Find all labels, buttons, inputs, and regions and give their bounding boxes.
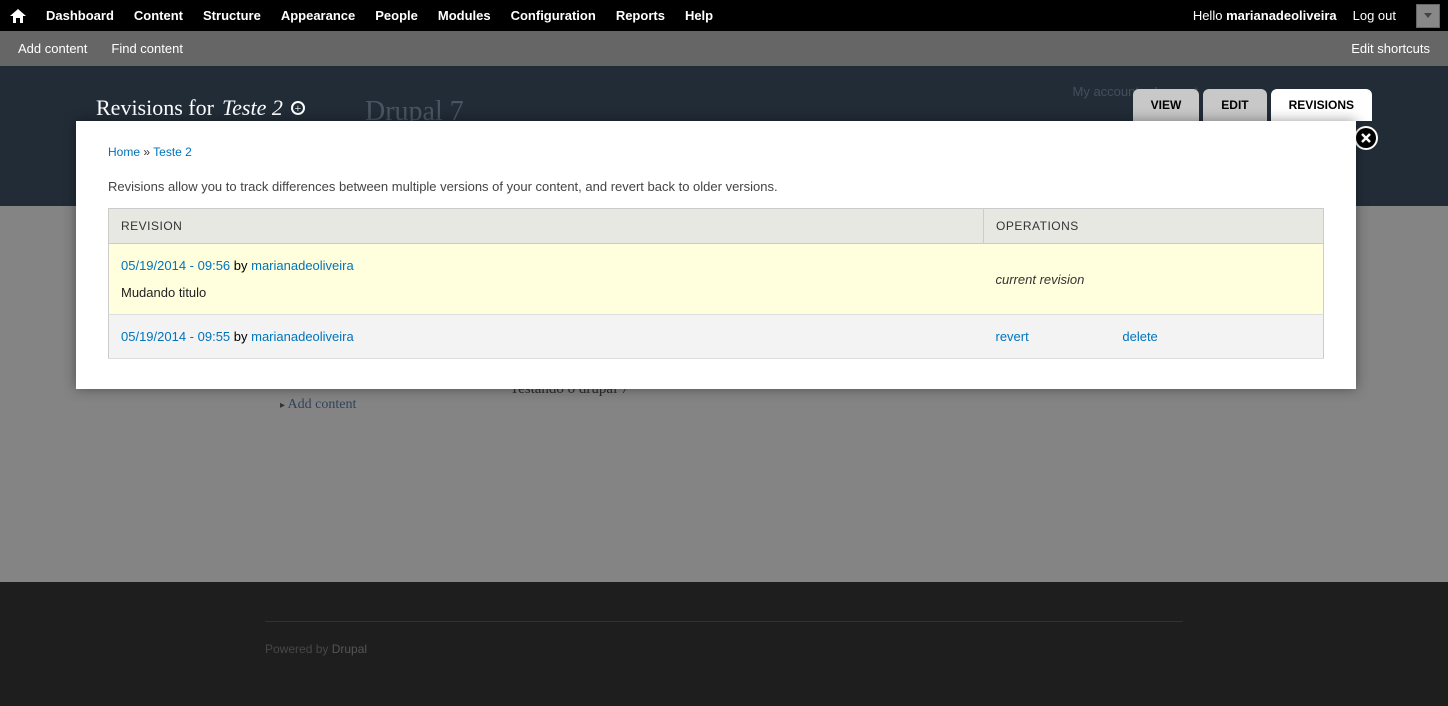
toolbar-link-help[interactable]: Help [675, 0, 723, 31]
revisions-table: REVISION OPERATIONS 05/19/2014 - 09:56 b… [108, 208, 1324, 359]
revision-author-link[interactable]: marianadeoliveira [251, 329, 354, 344]
by-text: by [230, 329, 251, 344]
toolbar-link-modules[interactable]: Modules [428, 0, 501, 31]
breadcrumb-sep: » [140, 145, 153, 159]
page-background: My account Log out Drupal 7 Navigation A… [0, 66, 1448, 706]
revision-log-message: Mudando titulo [121, 285, 972, 300]
user-greeting: Hello marianadeoliveira [1193, 8, 1337, 23]
toolbar-link-content[interactable]: Content [124, 0, 193, 31]
toolbar-link-dashboard[interactable]: Dashboard [36, 0, 124, 31]
tab-view[interactable]: VIEW [1133, 89, 1200, 121]
toolbar-link-appearance[interactable]: Appearance [271, 0, 365, 31]
breadcrumb-node[interactable]: Teste 2 [153, 145, 192, 159]
title-node-name: Teste 2 [222, 95, 283, 121]
edit-shortcuts-link[interactable]: Edit shortcuts [1351, 41, 1430, 56]
title-prefix: Revisions for [96, 95, 214, 121]
by-text: by [230, 258, 251, 273]
tab-edit[interactable]: EDIT [1203, 89, 1266, 121]
toolbar-menu: Dashboard Content Structure Appearance P… [36, 0, 723, 31]
logout-link[interactable]: Log out [1347, 0, 1402, 31]
col-operations: OPERATIONS [984, 209, 1324, 244]
drawer-toggle-icon[interactable] [1416, 4, 1440, 28]
admin-toolbar: Dashboard Content Structure Appearance P… [0, 0, 1448, 31]
add-shortcut-icon[interactable]: + [291, 101, 305, 115]
revert-link[interactable]: revert [996, 329, 1029, 344]
revision-date-link[interactable]: 05/19/2014 - 09:56 [121, 258, 230, 273]
overlay-header: Revisions for Teste 2 + VIEW EDIT REVISI… [76, 86, 1372, 121]
tab-revisions[interactable]: REVISIONS [1271, 89, 1372, 121]
current-revision-label: current revision [996, 272, 1085, 287]
overlay-content: Home » Teste 2 Revisions allow you to tr… [76, 121, 1356, 389]
toolbar-link-structure[interactable]: Structure [193, 0, 271, 31]
greeting-prefix: Hello [1193, 8, 1226, 23]
table-row: 05/19/2014 - 09:56 by marianadeoliveira … [109, 244, 1324, 315]
primary-tabs: VIEW EDIT REVISIONS [1133, 89, 1372, 121]
toolbar-link-reports[interactable]: Reports [606, 0, 675, 31]
revision-date-link[interactable]: 05/19/2014 - 09:55 [121, 329, 230, 344]
toolbar-link-configuration[interactable]: Configuration [501, 0, 606, 31]
username[interactable]: marianadeoliveira [1226, 8, 1337, 23]
shortcut-find-content[interactable]: Find content [111, 41, 183, 56]
breadcrumb-home[interactable]: Home [108, 145, 140, 159]
shortcut-bar: Add content Find content Edit shortcuts [0, 31, 1448, 66]
help-text: Revisions allow you to track differences… [108, 179, 1324, 194]
page-title: Revisions for Teste 2 + [96, 95, 305, 121]
home-icon[interactable] [8, 6, 28, 26]
col-revision: REVISION [109, 209, 984, 244]
revision-author-link[interactable]: marianadeoliveira [251, 258, 354, 273]
shortcut-add-content[interactable]: Add content [18, 41, 87, 56]
toolbar-link-people[interactable]: People [365, 0, 428, 31]
delete-link[interactable]: delete [1122, 329, 1157, 344]
breadcrumb: Home » Teste 2 [108, 145, 1324, 159]
table-row: 05/19/2014 - 09:55 by marianadeoliveira … [109, 315, 1324, 359]
close-overlay-button[interactable] [1354, 126, 1378, 150]
